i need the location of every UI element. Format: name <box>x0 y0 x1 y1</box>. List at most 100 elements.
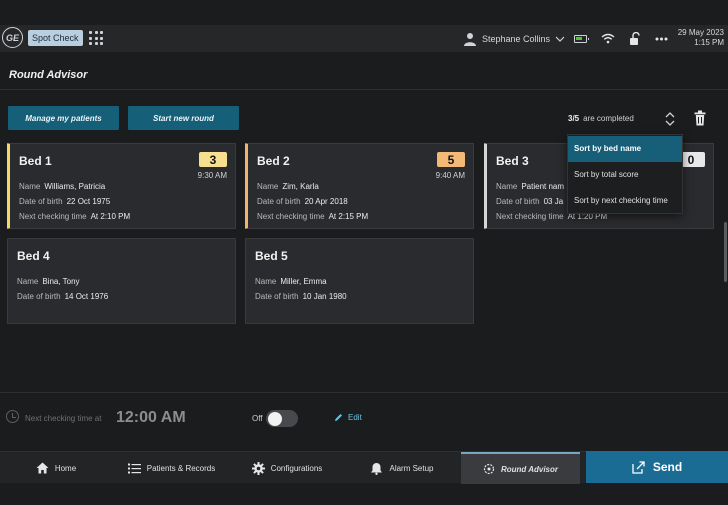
pencil-icon <box>335 414 342 421</box>
dob-label: Date of birth <box>19 197 63 206</box>
unlock-icon[interactable] <box>629 31 641 46</box>
alarm-icon <box>371 462 383 475</box>
name-label: Name <box>19 182 41 191</box>
completion-status: 3/5 are completed <box>568 114 634 123</box>
patient-name-row: Name Bina, Tony <box>17 277 80 286</box>
time-text: 1:15 PM <box>694 38 724 47</box>
next-check-value: 12:00 AM <box>116 409 186 426</box>
round-advisor-icon <box>483 463 495 475</box>
bed-card-2[interactable]: Bed 2 5 9:40 AM Name Zim, Karla Date of b… <box>245 143 474 229</box>
nav-patients-records[interactable]: Patients & Records <box>120 452 223 484</box>
next-label: Next checking time <box>496 212 564 221</box>
send-label: Send <box>652 460 683 474</box>
bed-name: Bed 4 <box>17 249 50 263</box>
trash-icon[interactable] <box>694 110 706 126</box>
name-label: Name <box>257 182 279 191</box>
patient-name-row: Name Patient nam <box>496 182 564 191</box>
dob-label: Date of birth <box>257 197 301 206</box>
name-label: Name <box>496 182 518 191</box>
patient-name-row: Name Miller, Emma <box>255 277 327 286</box>
user-name: Stephane Collins <box>482 33 551 44</box>
edit-label: Edit <box>348 413 362 422</box>
dob-row: Date of birth 03 Ja <box>496 197 563 206</box>
bed-card-5[interactable]: Bed 5 Name Miller, Emma Date of birth 10 J… <box>245 238 474 324</box>
patient-name: Bina, Tony <box>42 277 80 286</box>
dob-label: Date of birth <box>17 292 61 301</box>
clock-icon <box>6 410 19 423</box>
chevron-down-icon <box>555 36 565 42</box>
battery-icon <box>574 34 589 43</box>
user-icon <box>464 32 476 46</box>
next-value: At 2:15 PM <box>328 212 369 221</box>
nav-round-label: Round Advisor <box>500 464 559 474</box>
last-check-time: 9:40 AM <box>435 171 465 180</box>
mode-selector[interactable]: Spot Check <box>28 30 83 46</box>
status-icons <box>574 30 668 47</box>
name-label: Name <box>17 277 39 286</box>
start-new-round-button[interactable]: Start new round <box>128 106 239 130</box>
ge-logo-text: GE <box>5 32 19 43</box>
sort-by-total-score[interactable]: Sort by total score <box>568 162 682 188</box>
dob-row: Date of birth 22 Oct 1975 <box>19 197 110 206</box>
dob-value: 10 Jan 1980 <box>302 292 347 301</box>
bed-name: Bed 3 <box>496 154 529 168</box>
nav-config-label: Configurations <box>270 463 323 473</box>
dob-row: Date of birth 10 Jan 1980 <box>255 292 347 301</box>
bed-card-4[interactable]: Bed 4 Name Bina, Tony Date of birth 14 Oct… <box>7 238 236 324</box>
send-icon <box>632 460 645 474</box>
manage-patients-button[interactable]: Manage my patients <box>8 106 119 130</box>
patient-name: Patient nam <box>521 182 565 191</box>
scrollbar[interactable] <box>724 222 727 282</box>
patient-name-row: Name Zim, Karla <box>257 182 319 191</box>
nav-alarm-setup[interactable]: Alarm Setup <box>364 452 440 484</box>
dob-label: Date of birth <box>496 197 540 206</box>
next-value: At 2:10 PM <box>90 212 131 221</box>
edit-button[interactable]: Edit <box>334 413 362 422</box>
nav-round-advisor[interactable]: Round Advisor <box>461 452 580 484</box>
next-check-row: Next checking time At 2:15 PM <box>257 212 368 221</box>
bed-name: Bed 1 <box>19 154 52 168</box>
date-time: 29 May 2023 1:15 PM <box>678 28 724 48</box>
bed-card-1[interactable]: Bed 1 3 9:30 AM Name Williams, Patricia D… <box>7 143 236 229</box>
next-check-label: Next checking time at <box>25 414 102 423</box>
next-check-row: Next checking time At 2:10 PM <box>19 212 130 221</box>
dob-row: Date of birth 20 Apr 2018 <box>257 197 348 206</box>
list-icon <box>127 463 141 473</box>
patient-name-row: Name Williams, Patricia <box>19 182 105 191</box>
sort-by-bed-name[interactable]: Sort by bed name <box>568 136 682 162</box>
completed-count: 3/5 <box>568 114 580 123</box>
wifi-icon <box>601 33 615 44</box>
completed-text: are completed <box>583 114 634 123</box>
title-bar: Round Advisor <box>0 60 728 90</box>
dob-value: 14 Oct 1976 <box>64 292 109 301</box>
sort-by-next-checking-time[interactable]: Sort by next checking time <box>568 188 682 214</box>
apps-grid-icon[interactable] <box>88 30 104 46</box>
nav-configurations[interactable]: Configurations <box>244 452 330 484</box>
home-icon <box>36 462 49 474</box>
nav-home[interactable]: Home <box>30 452 82 484</box>
last-check-time: 9:30 AM <box>197 171 227 180</box>
dob-row: Date of birth 14 Oct 1976 <box>17 292 108 301</box>
toggle-label: Off <box>252 414 263 423</box>
patient-name: Zim, Karla <box>282 182 319 191</box>
sort-icon[interactable] <box>663 111 677 127</box>
schedule-toggle[interactable] <box>266 410 298 427</box>
nav-alarm-label: Alarm Setup <box>389 463 434 473</box>
send-button[interactable]: Send <box>586 451 728 483</box>
more-icon[interactable] <box>655 37 668 41</box>
user-menu[interactable]: Stephane Collins <box>463 30 565 47</box>
gear-icon <box>251 461 265 475</box>
score-badge: 3 <box>199 152 227 167</box>
page-title: Round Advisor <box>9 69 88 81</box>
ge-logo: GE <box>2 27 23 48</box>
footer-bar: Next checking time at 12:00 AM Off Edit <box>0 392 728 442</box>
dob-label: Date of birth <box>255 292 299 301</box>
nav-home-label: Home <box>54 463 77 473</box>
top-bar: GE Spot Check Stephane Collins 29 May 20… <box>0 25 728 52</box>
name-label: Name <box>255 277 277 286</box>
date-text: 29 May 2023 <box>677 28 724 37</box>
patient-name: Williams, Patricia <box>44 182 106 191</box>
next-label: Next checking time <box>257 212 325 221</box>
dob-value: 20 Apr 2018 <box>304 197 348 206</box>
sort-dropdown: Sort by bed name Sort by total score Sor… <box>567 134 683 214</box>
